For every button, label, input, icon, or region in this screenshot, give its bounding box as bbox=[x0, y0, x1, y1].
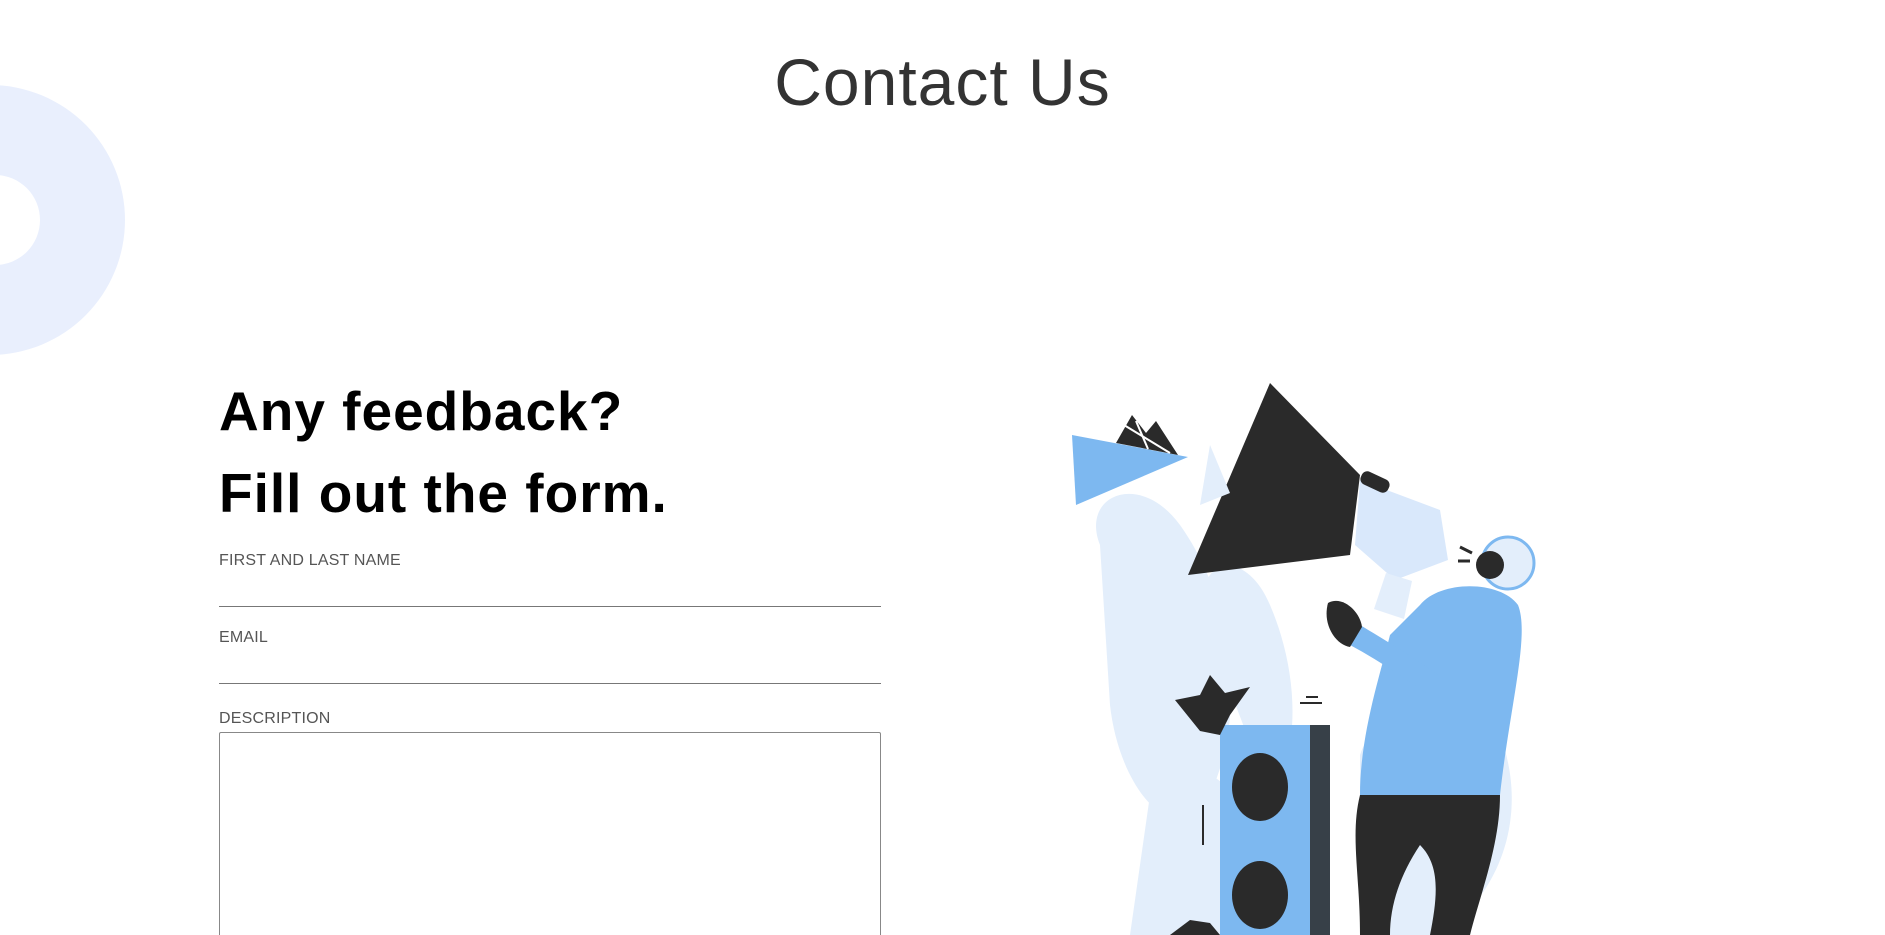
description-label: DESCRIPTION bbox=[219, 710, 331, 727]
page-title: Contact Us bbox=[774, 45, 1111, 119]
megaphone-body bbox=[1355, 480, 1448, 580]
name-input[interactable] bbox=[219, 570, 881, 607]
name-label: FIRST AND LAST NAME bbox=[219, 552, 401, 569]
person-torso bbox=[1360, 586, 1522, 795]
contact-page: Contact Us Any feedback? Fill out the fo… bbox=[0, 0, 1885, 935]
name-field-group: FIRST AND LAST NAME bbox=[219, 552, 881, 607]
description-field-group: DESCRIPTION bbox=[219, 710, 881, 935]
feedback-form: Any feedback? Fill out the form. FIRST A… bbox=[219, 370, 881, 935]
speaker-cone-bottom bbox=[1232, 861, 1288, 929]
email-label: EMAIL bbox=[219, 629, 269, 646]
form-headline: Any feedback? Fill out the form. bbox=[219, 370, 881, 534]
email-input[interactable] bbox=[219, 647, 881, 684]
megaphone-person-illustration bbox=[1060, 375, 1580, 935]
decorative-ring bbox=[0, 85, 125, 355]
person-arm-upper bbox=[1374, 573, 1412, 619]
person-hair bbox=[1476, 551, 1504, 579]
description-textarea[interactable] bbox=[219, 732, 881, 935]
speaker-cone-top bbox=[1232, 753, 1288, 821]
headline-line-2: Fill out the form. bbox=[219, 462, 668, 524]
headline-line-1: Any feedback? bbox=[219, 380, 624, 442]
email-field-group: EMAIL bbox=[219, 629, 881, 684]
